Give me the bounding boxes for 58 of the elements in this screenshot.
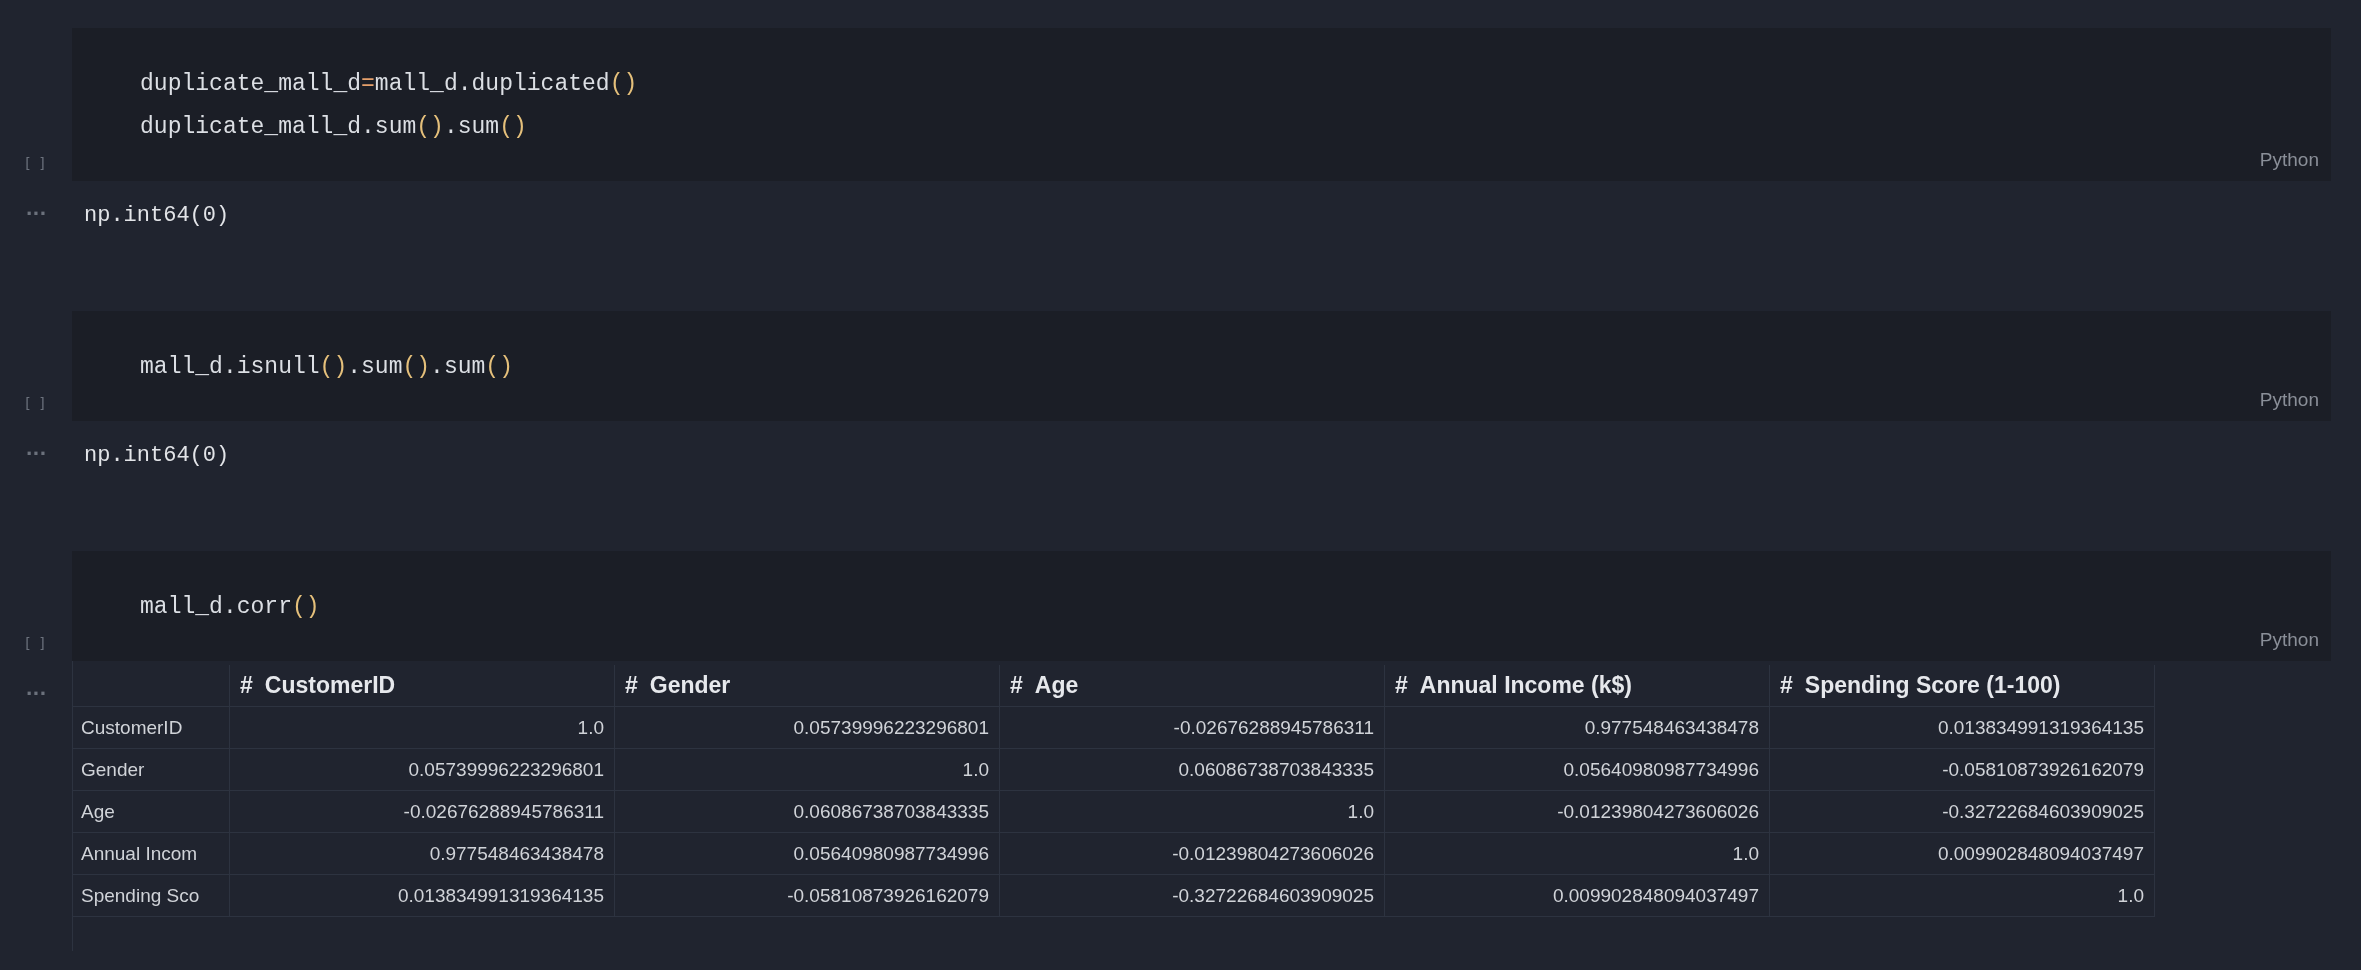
table-cell: 0.009902848094037497 [1384, 874, 1770, 917]
row-index: Spending Sco [73, 874, 230, 917]
code-line: duplicate_mall_d=mall_d.duplicated() [139, 70, 638, 99]
column-label: Spending Score (1-100) [1804, 672, 2061, 698]
row-index: Gender [73, 748, 230, 791]
run-indicator[interactable]: [ ] [25, 635, 47, 651]
column-label: Annual Income (k$) [1419, 672, 1632, 698]
table-cell: 0.05640980987734996 [614, 832, 1000, 875]
table-cell: 0.013834991319364135 [229, 874, 615, 917]
table-cell: 0.977548463438478 [1384, 706, 1770, 749]
table-cell: 1.0 [614, 748, 1000, 791]
code-line: mall_d.isnull().sum().sum() [139, 353, 513, 382]
row-index: CustomerID [73, 706, 230, 749]
table-cell: -0.02676288945786311 [229, 790, 615, 833]
table-cell: -0.02676288945786311 [999, 706, 1385, 749]
output-menu-icon[interactable]: ··· [25, 661, 47, 704]
table-cell: 0.05739996223296801 [614, 706, 1000, 749]
code-cell[interactable]: duplicate_mall_d=mall_d.duplicated() duplicate_mall_d.sum().sum() Python [72, 28, 2331, 181]
language-label[interactable]: Python [2259, 629, 2331, 651]
type-marker: # [1780, 672, 1793, 698]
type-marker: # [1395, 672, 1408, 698]
table-cell: -0.05810873926162079 [1769, 748, 2155, 791]
type-marker: # [240, 672, 253, 698]
column-label: Gender [649, 672, 731, 698]
type-marker: # [625, 672, 638, 698]
table-cell: 0.013834991319364135 [1769, 706, 2155, 749]
table-cell: 0.05640980987734996 [1384, 748, 1770, 791]
row-index: Age [73, 790, 230, 833]
language-label[interactable]: Python [2259, 149, 2331, 171]
table-cell: -0.01239804273606026 [1384, 790, 1770, 833]
column-label: Age [1034, 672, 1079, 698]
table-cell: -0.32722684603909025 [1769, 790, 2155, 833]
table-cell: -0.01239804273606026 [999, 832, 1385, 875]
code-line: duplicate_mall_d.sum().sum() [139, 113, 527, 142]
run-indicator[interactable]: [ ] [25, 395, 47, 411]
table-cell: 0.009902848094037497 [1769, 832, 2155, 875]
output-text: np.int64(0) [83, 442, 231, 470]
code-cell[interactable]: mall_d.corr() Python [72, 551, 2331, 661]
output-menu-icon[interactable]: ··· [25, 421, 47, 464]
table-cell: -0.05810873926162079 [614, 874, 1000, 917]
run-indicator[interactable]: [ ] [25, 155, 47, 171]
code-cell[interactable]: mall_d.isnull().sum().sum() Python [72, 311, 2331, 421]
table-cell: 1.0 [1384, 832, 1770, 875]
type-marker: # [1010, 672, 1023, 698]
table-cell: -0.32722684603909025 [999, 874, 1385, 917]
table-cell: 1.0 [229, 706, 615, 749]
table-cell: 0.977548463438478 [229, 832, 615, 875]
table-cell: 1.0 [999, 790, 1385, 833]
output-menu-icon[interactable]: ··· [25, 181, 47, 224]
column-label: CustomerID [264, 672, 396, 698]
code-line: mall_d.corr() [139, 593, 320, 622]
language-label[interactable]: Python [2259, 389, 2331, 411]
table-cell: 0.06086738703843335 [614, 790, 1000, 833]
output-text: np.int64(0) [83, 202, 231, 230]
row-index: Annual Incom [73, 832, 230, 875]
table-cell: 0.06086738703843335 [999, 748, 1385, 791]
table-cell: 1.0 [1769, 874, 2155, 917]
table-cell: 0.05739996223296801 [229, 748, 615, 791]
